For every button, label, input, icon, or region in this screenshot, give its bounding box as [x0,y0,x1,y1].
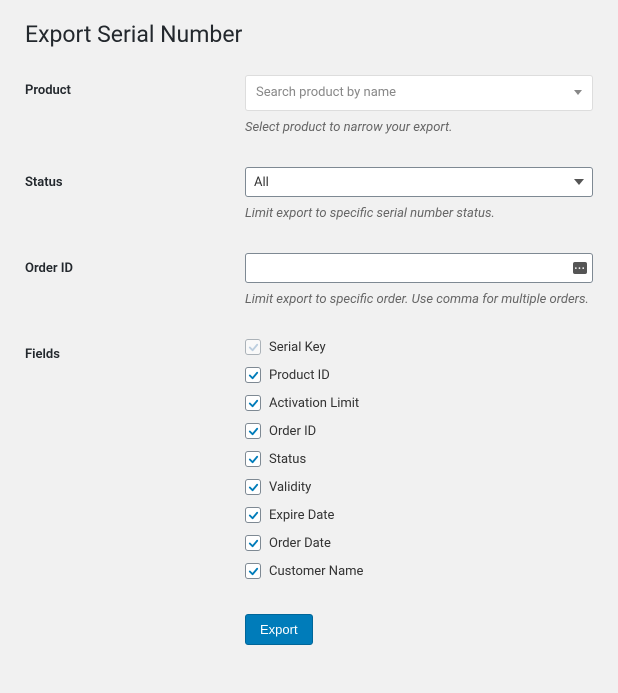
status-selected: All [254,175,269,190]
check-icon [248,370,259,381]
checkbox-label: Customer Name [269,564,363,579]
checkbox[interactable] [245,535,261,551]
fields-checkbox-list: Serial Key Product ID Activation Limit Orde… [245,339,593,579]
checkbox-item: Order ID [245,423,593,439]
fields-row: Fields Serial Key Product ID Activation Li… [25,339,593,579]
input-handle-icon: ••• [573,262,587,274]
checkbox-item: Customer Name [245,563,593,579]
checkbox-label: Status [269,452,306,467]
product-select[interactable]: Search product by name [245,75,593,111]
checkbox[interactable] [245,367,261,383]
checkbox-item: Validity [245,479,593,495]
product-description: Select product to narrow your export. [245,119,593,137]
check-icon [248,538,259,549]
checkbox-item: Serial Key [245,339,593,355]
orderid-description: Limit export to specific order. Use comm… [245,291,593,309]
check-icon [248,454,259,465]
check-icon [248,398,259,409]
checkbox-label: Order ID [269,424,316,439]
export-button[interactable]: Export [245,614,313,645]
fields-label: Fields [25,339,245,362]
check-icon [248,566,259,577]
status-select[interactable]: All [245,167,593,197]
product-placeholder: Search product by name [256,85,396,100]
orderid-control: ••• Limit export to specific order. Use … [245,253,593,309]
chevron-down-icon [574,90,582,95]
checkbox-label: Serial Key [269,340,326,355]
checkbox-item: Status [245,451,593,467]
submit-row: Export [245,614,593,645]
checkbox[interactable] [245,395,261,411]
checkbox-item: Activation Limit [245,395,593,411]
checkbox[interactable] [245,479,261,495]
product-control: Search product by name Select product to… [245,75,593,137]
checkbox-item: Order Date [245,535,593,551]
status-label: Status [25,167,245,190]
product-row: Product Search product by name Select pr… [25,75,593,137]
checkbox[interactable] [245,423,261,439]
orderid-label: Order ID [25,253,245,276]
checkbox[interactable] [245,451,261,467]
checkbox-label: Product ID [269,368,330,383]
orderid-input[interactable] [245,253,593,283]
check-icon [248,510,259,521]
checkbox [245,339,261,355]
status-control: All Limit export to specific serial numb… [245,167,593,223]
fields-control: Serial Key Product ID Activation Limit Orde… [245,339,593,579]
status-row: Status All Limit export to specific seri… [25,167,593,223]
page-title: Export Serial Number [25,20,593,50]
check-icon [248,482,259,493]
checkbox-label: Expire Date [269,508,334,523]
checkbox-item: Expire Date [245,507,593,523]
checkbox-label: Validity [269,480,311,495]
checkbox-item: Product ID [245,367,593,383]
checkbox[interactable] [245,507,261,523]
checkbox-label: Activation Limit [269,396,359,411]
orderid-row: Order ID ••• Limit export to specific or… [25,253,593,309]
check-icon [248,426,259,437]
status-description: Limit export to specific serial number s… [245,205,593,223]
product-label: Product [25,75,245,98]
checkbox[interactable] [245,563,261,579]
chevron-down-icon [574,179,584,185]
check-icon [248,342,259,353]
checkbox-label: Order Date [269,536,331,551]
